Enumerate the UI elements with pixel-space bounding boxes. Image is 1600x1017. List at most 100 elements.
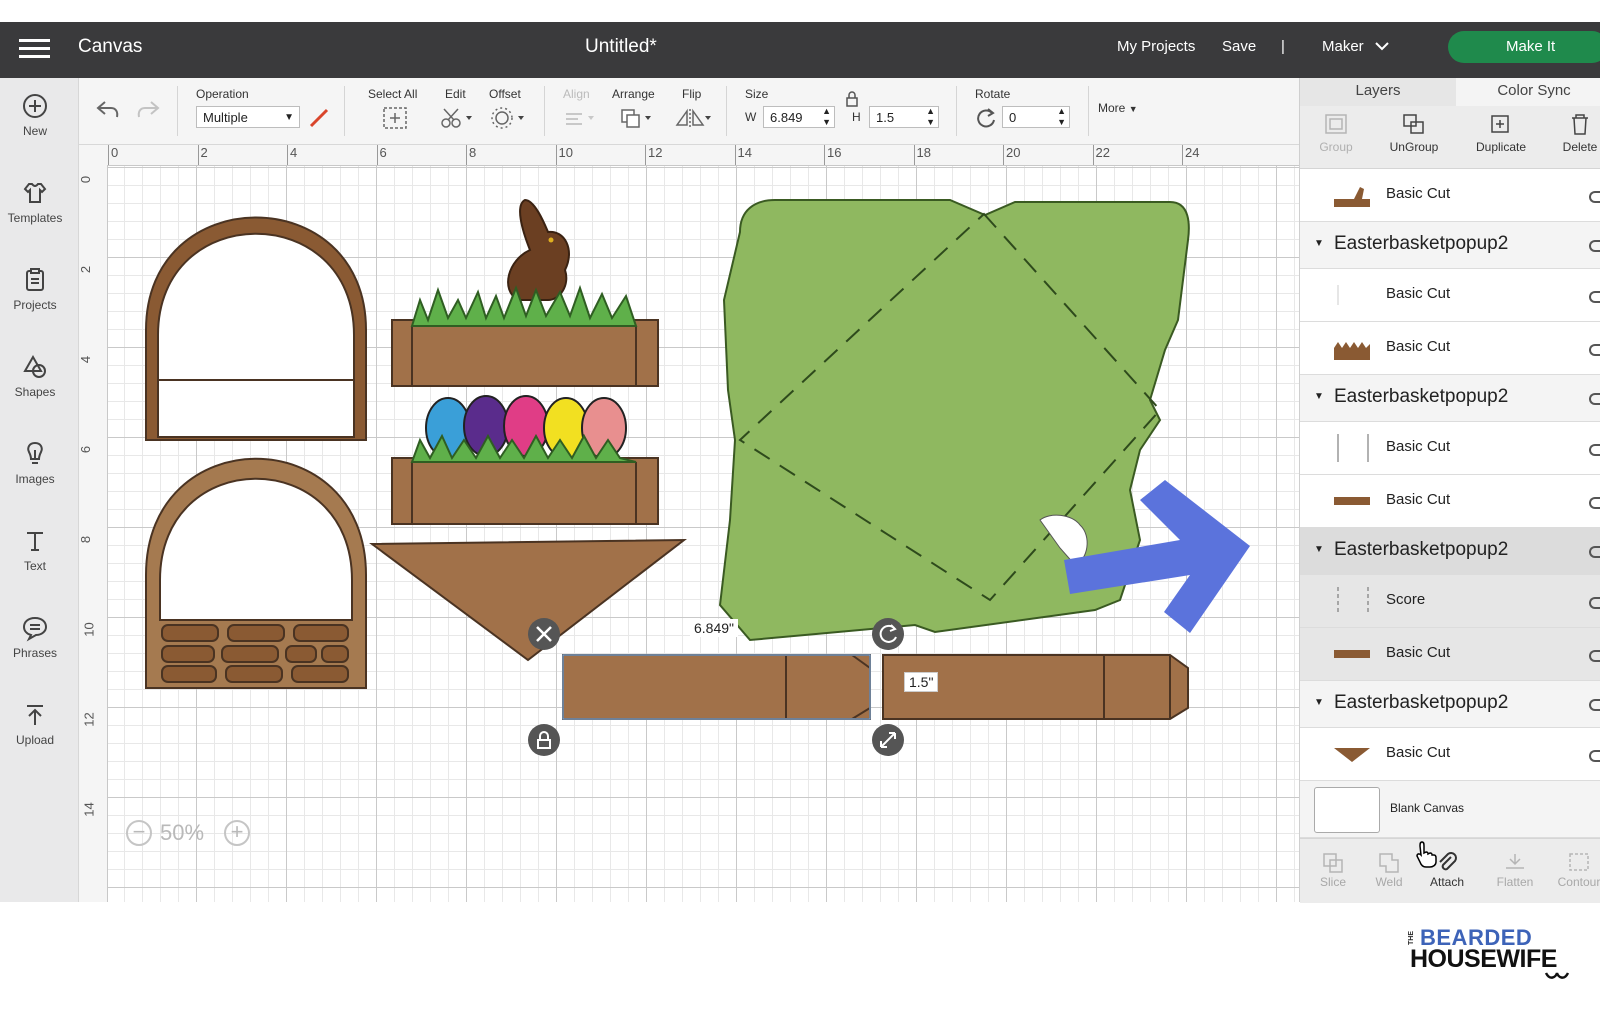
eye-icon[interactable] [1589, 650, 1600, 662]
group-button[interactable]: Group [1304, 112, 1368, 154]
eye-icon[interactable] [1589, 393, 1600, 405]
layer-thumbnail [1334, 748, 1370, 762]
eye-icon[interactable] [1589, 344, 1600, 356]
layer-row[interactable]: Basic Cut [1300, 269, 1600, 322]
machine-select[interactable]: Maker [1322, 22, 1390, 78]
caret-down-icon[interactable]: ▼ [1314, 222, 1324, 266]
eye-icon[interactable] [1589, 699, 1600, 711]
ruler-top-tick [466, 145, 467, 165]
eye-icon[interactable] [1589, 546, 1600, 558]
blank-canvas-row[interactable]: Blank Canvas [1300, 781, 1600, 838]
bearded-housewife-logo: THE BEARDED HOUSEWIFE [1408, 925, 1578, 985]
layer-row[interactable]: Basic Cut [1300, 322, 1600, 375]
duplicate-button[interactable]: Duplicate [1464, 112, 1538, 154]
layer-name: Score [1386, 591, 1426, 608]
contour-button[interactable]: Contour [1546, 851, 1600, 889]
ruler-left-tick-label: 8 [78, 535, 94, 544]
ruler-top-tick [734, 145, 736, 165]
flatten-icon [1506, 854, 1524, 869]
eye-icon[interactable] [1589, 191, 1600, 203]
ruler-top-tick [1003, 145, 1004, 165]
layer-group-row[interactable]: ▼ Easterbasketpopup2 [1300, 528, 1600, 575]
resize-handle[interactable] [872, 724, 904, 756]
basket-back-piece[interactable] [145, 457, 367, 689]
caret-down-icon[interactable]: ▼ [1314, 375, 1324, 419]
layer-row[interactable]: Basic Cut [1300, 422, 1600, 475]
eye-icon[interactable] [1589, 444, 1600, 456]
zoom-out-icon[interactable]: − [126, 820, 152, 846]
ruler-top-tick-label: 0 [111, 145, 119, 160]
ruler-top-tick-label: 2 [200, 145, 208, 160]
caret-down-icon[interactable]: ▼ [1314, 528, 1324, 572]
layer-name: Basic Cut [1386, 185, 1451, 202]
ruler-top-tick [824, 145, 825, 165]
ruler-top-tick-label: 6 [379, 145, 387, 160]
blank-canvas-swatch[interactable] [1314, 787, 1380, 833]
delete-label: Delete [1562, 140, 1598, 154]
eye-icon[interactable] [1589, 291, 1600, 303]
ruler-top-tick [1092, 145, 1094, 165]
zoom-control: − 50% + [122, 818, 252, 852]
ruler-top-tick-label: 14 [737, 145, 752, 160]
eye-icon[interactable] [1589, 497, 1600, 509]
layer-row[interactable]: Basic Cut [1300, 169, 1600, 222]
rotate-handle[interactable] [872, 618, 904, 650]
caret-down-icon[interactable]: ▼ [1314, 681, 1324, 725]
ruler-left [79, 165, 108, 902]
make-it-button[interactable]: Make It [1448, 31, 1600, 63]
duplicate-label: Duplicate [1475, 140, 1527, 154]
ruler-top-tick [555, 145, 557, 165]
eggs-grass-piece[interactable] [391, 395, 659, 525]
bunny-grass-piece[interactable] [391, 198, 659, 387]
layer-group-row[interactable]: ▼ Easterbasketpopup2 [1300, 222, 1600, 269]
ruler-left-tick-label: 2 [78, 265, 94, 274]
delete-handle[interactable] [528, 618, 560, 650]
ungroup-icon [1403, 114, 1424, 134]
group-name: Easterbasketpopup2 [1334, 386, 1509, 407]
machine-label: Maker [1322, 38, 1364, 55]
ruler-top-tick-label: 12 [648, 145, 663, 160]
layer-row[interactable]: Basic Cut [1300, 728, 1600, 781]
layer-thumbnail [1337, 434, 1369, 462]
eye-icon[interactable] [1589, 240, 1600, 252]
attach-label: Attach [1429, 875, 1465, 889]
ruler-left-tick-label: 14 [81, 802, 97, 817]
ungroup-label: UnGroup [1389, 140, 1439, 154]
trash-icon [1572, 114, 1588, 135]
mustache-icon [1544, 972, 1570, 979]
layer-name: Basic Cut [1386, 438, 1451, 455]
ruler-top-tick [645, 145, 646, 165]
basket-front-piece[interactable] [145, 216, 367, 441]
basket-base-triangle[interactable] [369, 538, 687, 662]
ruler-top-tick-label: 16 [827, 145, 842, 160]
layer-name: Basic Cut [1386, 285, 1451, 302]
layer-group-row[interactable]: ▼ Easterbasketpopup2 [1300, 681, 1600, 728]
zoom-in-icon[interactable]: + [224, 820, 250, 846]
flatten-button[interactable]: Flatten [1482, 851, 1548, 889]
layer-thumbnail [1337, 285, 1339, 305]
eye-icon[interactable] [1589, 750, 1600, 762]
lock-proportions-handle[interactable] [528, 724, 560, 756]
layer-thumbnail [1334, 497, 1370, 505]
delete-button[interactable]: Delete [1550, 112, 1600, 154]
layer-row[interactable]: Score [1300, 575, 1600, 628]
logo-prefix: THE [1408, 931, 1415, 945]
layer-row[interactable]: Basic Cut [1300, 475, 1600, 528]
tab-color-sync[interactable]: Color Sync [1456, 78, 1600, 106]
layer-row[interactable]: Basic Cut [1300, 628, 1600, 681]
ruler-top-tick [1182, 145, 1183, 165]
ruler-left-tick-label: 4 [78, 355, 94, 364]
ungroup-button[interactable]: UnGroup [1378, 112, 1450, 154]
group-name: Easterbasketpopup2 [1334, 539, 1509, 560]
layer-actions-bar: Group UnGroup Duplicate Delete [1300, 106, 1600, 169]
basket-strip-selected[interactable] [562, 654, 871, 720]
layer-name: Basic Cut [1386, 644, 1451, 661]
weld-button[interactable]: Weld [1356, 851, 1422, 889]
layer-group-row[interactable]: ▼ Easterbasketpopup2 [1300, 375, 1600, 422]
zoom-level: 50% [160, 820, 205, 845]
ruler-top [79, 145, 1299, 166]
tab-layers[interactable]: Layers [1300, 78, 1456, 108]
height-readout: 1.5" [904, 672, 939, 692]
layer-thumbnail [1337, 587, 1369, 615]
eye-icon[interactable] [1589, 597, 1600, 609]
